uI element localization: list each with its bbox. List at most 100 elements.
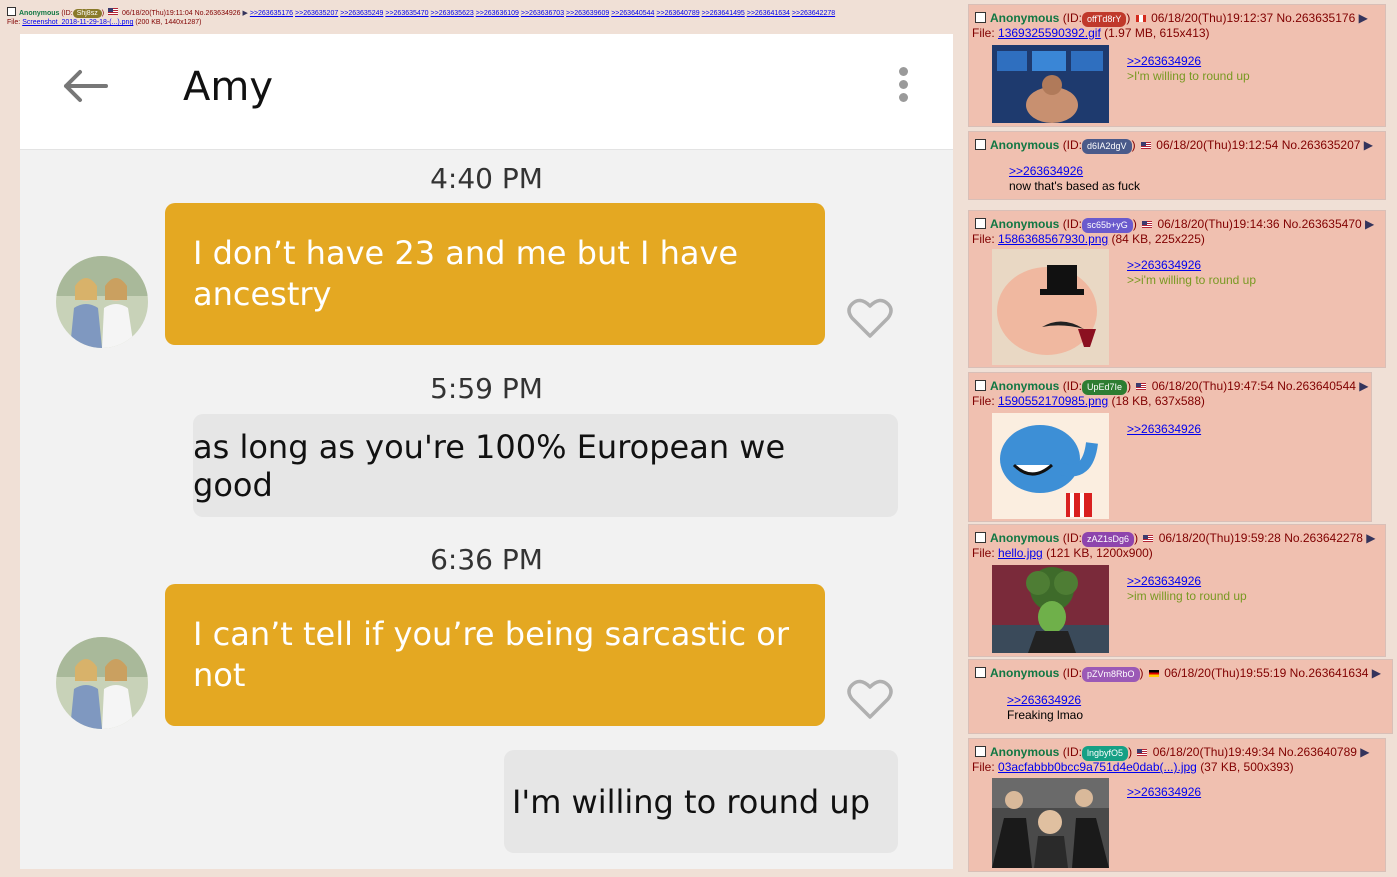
backlink[interactable]: >>263641634 <box>747 10 790 17</box>
poster-id[interactable]: sc65b+yG <box>1082 218 1133 233</box>
file-info: File: 1586368567930.png (84 KB, 225x225) <box>972 232 1205 247</box>
reply-body: >>263634926 >im willing to round up <box>1127 574 1247 604</box>
op-select-checkbox[interactable] <box>7 7 16 16</box>
op-image-chat-screenshot[interactable]: Amy 4:40 PM I don’t have 23 and me but I… <box>20 34 953 869</box>
message-timestamp: 6:36 PM <box>430 543 543 576</box>
reply-text: Freaking lmao <box>1007 708 1084 722</box>
quote-link[interactable]: >>263634926 <box>1127 258 1201 272</box>
reply-post: Anonymous (ID: sc65b+yG) 06/18/20(Thu)19:… <box>968 210 1386 368</box>
message-timestamp: 5:59 PM <box>430 372 543 405</box>
quote-link[interactable]: >>263634926 <box>1127 422 1201 436</box>
post-menu-arrow-icon[interactable]: ▶ <box>1359 379 1368 393</box>
poster-name: Anonymous <box>990 379 1060 393</box>
post-datetime: 06/18/20(Thu)19:55:19 <box>1164 666 1287 680</box>
poster-id[interactable]: d6IA2dgV <box>1082 139 1132 154</box>
reply-select-checkbox[interactable] <box>975 12 986 23</box>
reply-header: Anonymous (ID: pZVm8RbO) 06/18/20(Thu)19:… <box>975 666 1381 682</box>
reply-thumbnail[interactable] <box>992 778 1109 868</box>
id-label: (ID: <box>1062 745 1083 759</box>
post-menu-arrow-icon[interactable]: ▶ <box>243 10 248 17</box>
file-link[interactable]: 1586368567930.png <box>998 232 1108 246</box>
post-menu-arrow-icon[interactable]: ▶ <box>1360 745 1369 759</box>
file-meta: (18 KB, 637x588) <box>1111 394 1205 408</box>
poster-id[interactable]: pZVm8RbO <box>1082 667 1140 682</box>
reply-thumbnail[interactable] <box>992 249 1109 365</box>
back-arrow-icon[interactable] <box>60 68 110 104</box>
backlink[interactable]: >>263635207 <box>295 10 338 17</box>
reply-thumbnail[interactable] <box>992 565 1109 653</box>
post-menu-arrow-icon[interactable]: ▶ <box>1372 666 1381 680</box>
reply-select-checkbox[interactable] <box>975 667 986 678</box>
poster-id[interactable]: Shj8sz <box>72 9 102 18</box>
file-info: File: 1369325590392.gif (1.97 MB, 615x41… <box>972 26 1210 41</box>
backlink[interactable]: >>263635176 <box>250 10 293 17</box>
post-number[interactable]: No.263640789 <box>1278 745 1357 759</box>
file-link[interactable]: 03acfabbb0bcc9a751d4e0dab(...).jpg <box>998 760 1197 774</box>
post-datetime: 06/18/20(Thu)19:11:04 <box>121 10 193 17</box>
backlink[interactable]: >>263635623 <box>431 10 474 17</box>
post-menu-arrow-icon[interactable]: ▶ <box>1365 217 1374 231</box>
reply-select-checkbox[interactable] <box>975 746 986 757</box>
post-menu-arrow-icon[interactable]: ▶ <box>1359 11 1368 25</box>
reply-thumbnail[interactable] <box>992 45 1109 123</box>
poster-name: Anonymous <box>990 531 1060 545</box>
post-datetime: 06/18/20(Thu)19:47:54 <box>1151 379 1274 393</box>
poster-id[interactable]: lngbyfO5 <box>1082 746 1129 761</box>
more-options-icon[interactable] <box>896 67 910 107</box>
post-menu-arrow-icon[interactable]: ▶ <box>1364 138 1373 152</box>
poster-id[interactable]: offTd8rY <box>1082 12 1127 27</box>
reply-header: Anonymous (ID: lngbyfO5) 06/18/20(Thu)19:… <box>975 745 1370 761</box>
post-menu-arrow-icon[interactable]: ▶ <box>1366 531 1375 545</box>
post-number[interactable]: No.263640544 <box>1277 379 1356 393</box>
post-datetime: 06/18/20(Thu)19:59:28 <box>1158 531 1281 545</box>
post-number[interactable]: No.263635207 <box>1282 138 1361 152</box>
reply-thumbnail[interactable] <box>992 413 1109 519</box>
file-link[interactable]: 1590552170985.png <box>998 394 1108 408</box>
flag-icon <box>1135 15 1146 22</box>
reply-select-checkbox[interactable] <box>975 380 986 391</box>
poster-name: Anonymous <box>990 745 1060 759</box>
backlink[interactable]: >>263640789 <box>656 10 699 17</box>
backlink[interactable]: >>263642278 <box>792 10 835 17</box>
file-meta: (121 KB, 1200x900) <box>1046 546 1153 560</box>
quote-link[interactable]: >>263634926 <box>1009 164 1083 178</box>
post-number[interactable]: No.263635470 <box>1283 217 1362 231</box>
post-number[interactable]: No.263641634 <box>1290 666 1369 680</box>
flag-icon <box>1137 749 1148 756</box>
backlink[interactable]: >>263636703 <box>521 10 564 17</box>
poster-id[interactable]: UpEd7Ie <box>1082 380 1128 395</box>
id-label: (ID: <box>1062 379 1083 393</box>
file-meta: (1.97 MB, 615x413) <box>1104 26 1210 40</box>
reply-select-checkbox[interactable] <box>975 218 986 229</box>
backlink[interactable]: >>263635470 <box>385 10 428 17</box>
poster-id[interactable]: zAZ1sDg6 <box>1082 532 1135 547</box>
quote-link[interactable]: >>263634926 <box>1127 574 1201 588</box>
file-link[interactable]: 1369325590392.gif <box>998 26 1101 40</box>
quote-link[interactable]: >>263634926 <box>1007 693 1081 707</box>
reply-select-checkbox[interactable] <box>975 532 986 543</box>
backlink[interactable]: >>263641495 <box>702 10 745 17</box>
post-number[interactable]: No.263635176 <box>1277 11 1356 25</box>
backlink[interactable]: >>263635249 <box>340 10 383 17</box>
reply-select-checkbox[interactable] <box>975 139 986 150</box>
id-label: (ID: <box>1062 11 1083 25</box>
file-info: File: 1590552170985.png (18 KB, 637x588) <box>972 394 1205 409</box>
id-label: (ID: <box>1062 666 1083 680</box>
reply-header: Anonymous (ID: sc65b+yG) 06/18/20(Thu)19:… <box>975 217 1374 233</box>
op-file-link[interactable]: Screenshot_2018-11-29-18-(...).png <box>22 19 133 26</box>
file-link[interactable]: hello.jpg <box>998 546 1043 560</box>
backlink[interactable]: >>263640544 <box>611 10 654 17</box>
poster-name: Anonymous <box>990 666 1060 680</box>
file-info: File: hello.jpg (121 KB, 1200x900) <box>972 546 1153 561</box>
quote-link[interactable]: >>263634926 <box>1127 785 1201 799</box>
incoming-message-bubble: I don’t have 23 and me but I have ancest… <box>165 203 825 345</box>
backlink[interactable]: >>263639609 <box>566 10 609 17</box>
backlink[interactable]: >>263636109 <box>476 10 519 17</box>
outgoing-message-bubble: as long as you're 100% European we good <box>193 414 898 517</box>
quote-link[interactable]: >>263634926 <box>1127 54 1201 68</box>
heart-icon[interactable] <box>846 677 894 721</box>
heart-icon[interactable] <box>846 296 894 340</box>
post-number[interactable]: No.263642278 <box>1284 531 1363 545</box>
post-number[interactable]: No.263634926 <box>195 10 241 17</box>
greentext: >im willing to round up <box>1127 589 1247 603</box>
